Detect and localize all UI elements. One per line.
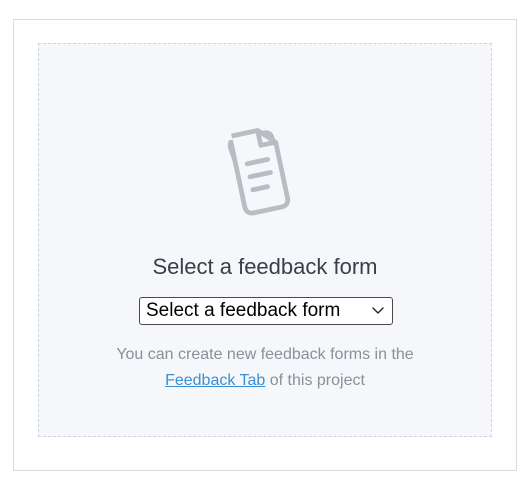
documents-icon [227,128,291,216]
helper-text-after: of this project [269,372,365,389]
feedback-tab-link[interactable]: Feedback Tab [165,372,265,389]
helper-text: You can create new feedback forms in the… [39,342,491,394]
feedback-form-select[interactable]: Select a feedback form [139,297,393,325]
feedback-form-card: Select a feedback form Select a feedback… [13,19,517,471]
feedback-form-select-value: Select a feedback form [146,300,341,321]
chevron-down-icon [372,307,384,314]
feedback-form-select-box[interactable]: Select a feedback form [139,297,393,325]
empty-state-title: Select a feedback form [152,254,378,279]
helper-text-before: You can create new feedback forms in the [116,346,414,363]
empty-state-panel: Select a feedback form Select a feedback… [38,43,492,437]
